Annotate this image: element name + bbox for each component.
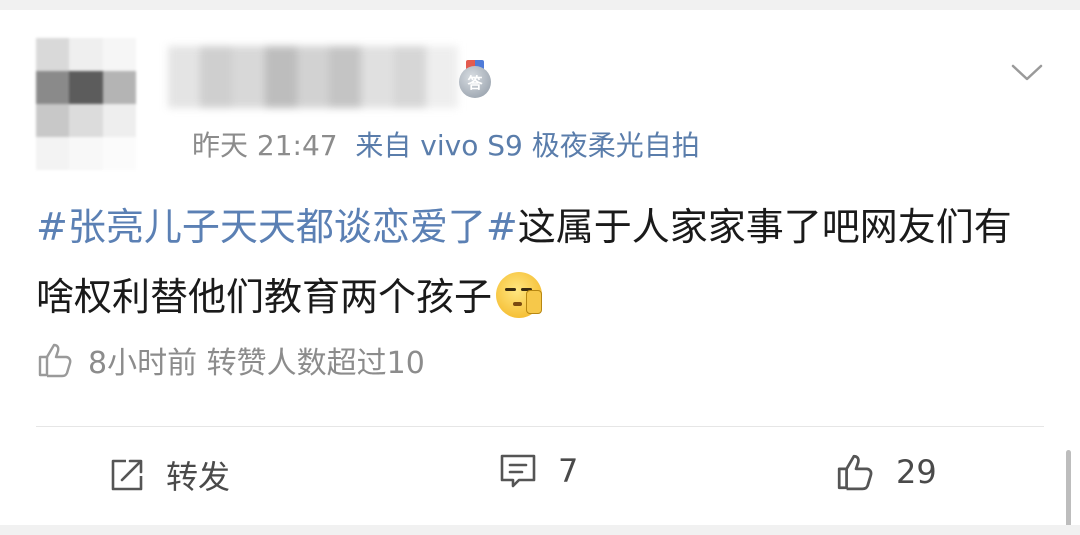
repost-button[interactable]: 转发	[108, 452, 230, 498]
bottom-separator	[0, 525, 1080, 535]
repost-label: 转发	[166, 458, 231, 496]
hashtag-link[interactable]: #张亮儿子天天都谈恋爱了#	[36, 205, 518, 249]
repost-icon	[111, 459, 143, 491]
post-source[interactable]: 来自 vivo S9 极夜柔光自拍	[355, 129, 699, 162]
username[interactable]	[168, 46, 458, 108]
scrollbar[interactable]	[1066, 450, 1071, 530]
avatar[interactable]	[36, 38, 136, 170]
like-count: 29	[896, 453, 937, 491]
doge-whistle-emoji-icon	[496, 272, 543, 318]
comment-button[interactable]: 7	[498, 452, 578, 490]
post-content: #张亮儿子天天都谈恋爱了#这属于人家家事了吧网友们有啥权利替他们教育两个孩子	[36, 192, 1036, 332]
like-notice-text: 8小时前 转赞人数超过10	[88, 346, 425, 381]
thumbs-up-icon	[38, 343, 72, 378]
weibo-comment-card: 答 昨天 21:47 来自 vivo S9 极夜柔光自拍 #张亮儿子天天都谈恋爱…	[0, 0, 1080, 535]
top-separator	[0, 0, 1080, 10]
like-notice: 8小时前 转赞人数超过10	[36, 338, 425, 382]
post-time: 昨天 21:47	[192, 129, 338, 162]
divider	[36, 426, 1044, 427]
medal-badge-icon: 答	[459, 66, 491, 98]
comment-icon	[500, 454, 536, 488]
comment-count: 7	[558, 452, 579, 490]
like-button[interactable]: 29	[834, 452, 937, 492]
thumbs-up-icon	[837, 454, 873, 491]
action-bar: 转发 7 29	[0, 440, 1080, 510]
chevron-down-icon[interactable]	[1010, 60, 1044, 84]
post-meta: 昨天 21:47 来自 vivo S9 极夜柔光自拍	[192, 124, 700, 164]
